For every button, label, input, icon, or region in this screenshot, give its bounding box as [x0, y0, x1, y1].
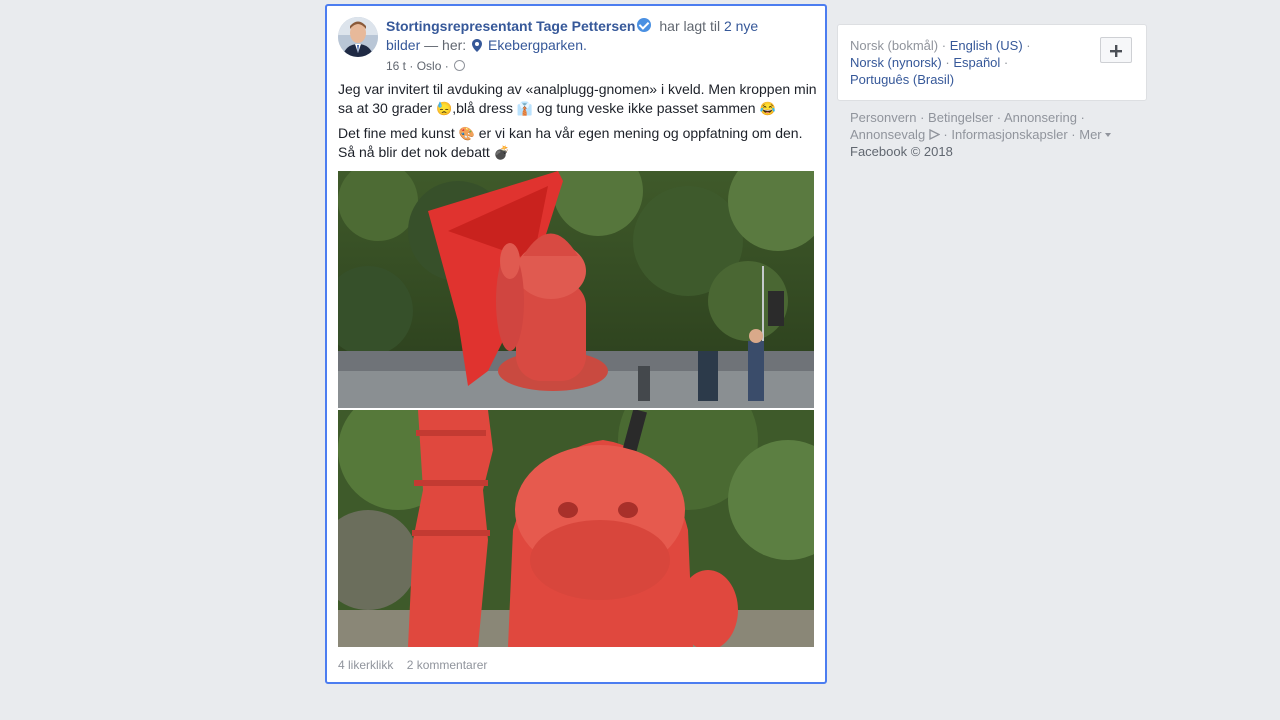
location-prefix: — her:: [424, 37, 467, 53]
avatar-image: [338, 17, 378, 57]
footer-link-cookies[interactable]: Informasjonskapsler: [951, 127, 1067, 142]
comments-count-link[interactable]: 2 kommentarer: [407, 658, 488, 672]
bomb-emoji-icon: 💣: [493, 145, 510, 160]
language-link-nn[interactable]: Norsk (nynorsk): [850, 55, 942, 70]
copyright-text: Facebook © 2018: [850, 144, 953, 159]
language-link-pt[interactable]: Português (Brasil): [850, 72, 954, 87]
place-link[interactable]: Oslo: [417, 59, 442, 73]
globe-icon[interactable]: [454, 60, 466, 71]
post-text-paragraph-2: Det fine med kunst 🎨 er vi kan ha vår eg…: [338, 124, 818, 162]
language-current: Norsk (bokmål): [850, 38, 939, 53]
author-link[interactable]: Stortingsrepresentant Tage Pettersen: [386, 18, 635, 34]
post-meta: 16 t · Oslo ·: [386, 59, 466, 73]
add-language-button[interactable]: [1100, 37, 1132, 63]
ad-choices-icon: [929, 128, 941, 141]
location-pin-icon: [472, 39, 483, 52]
gnome-closeup-photo: [338, 410, 814, 647]
footer-link-advertising[interactable]: Annonsering: [1004, 110, 1077, 125]
language-link-es[interactable]: Español: [953, 55, 1000, 70]
page-footer: Personvern · Betingelser · Annonsering ·…: [850, 109, 1140, 160]
language-list: Norsk (bokmål) · English (US) · Norsk (n…: [850, 38, 1031, 87]
language-selector-box: Norsk (bokmål) · English (US) · Norsk (n…: [837, 24, 1147, 101]
necktie-emoji-icon: 👔: [516, 101, 534, 116]
footer-link-ad-choices[interactable]: Annonsevalg: [850, 127, 925, 142]
footer-more-link[interactable]: Mer: [1079, 127, 1101, 142]
text-segment: og tung veske ikke passet sammen: [536, 100, 756, 116]
gnome-scene-photo: [338, 171, 814, 408]
chevron-down-icon: [1105, 133, 1112, 137]
laughing-emoji-icon: 😂: [759, 101, 776, 116]
reaction-counts: 4 likerklikk 2 kommentarer: [338, 658, 497, 672]
palette-emoji-icon: 🎨: [458, 126, 475, 141]
sweat-emoji-icon: 😓: [436, 101, 453, 116]
language-link-en[interactable]: English (US): [950, 38, 1023, 53]
footer-link-terms[interactable]: Betingelser: [928, 110, 993, 125]
post-photo-1[interactable]: [338, 171, 814, 408]
location-link[interactable]: Ekebergparken.: [488, 37, 587, 53]
post-photo-2[interactable]: [338, 410, 814, 647]
timestamp-link[interactable]: 16 t: [386, 59, 406, 73]
post-card: Stortingsrepresentant Tage Pettersen har…: [325, 4, 827, 684]
plus-icon: [1110, 45, 1122, 57]
avatar[interactable]: [338, 17, 378, 57]
verified-badge-icon: [637, 18, 652, 32]
likes-count-link[interactable]: 4 likerklikk: [338, 658, 393, 672]
post-text-paragraph-1: Jeg var invitert til avduking av «analpl…: [338, 80, 818, 118]
footer-link-privacy[interactable]: Personvern: [850, 110, 916, 125]
text-segment: ,blå dress: [452, 100, 513, 116]
text-segment: Det fine med kunst: [338, 125, 455, 141]
post-header: Stortingsrepresentant Tage Pettersen har…: [386, 17, 786, 55]
action-text: har lagt til: [659, 18, 721, 34]
